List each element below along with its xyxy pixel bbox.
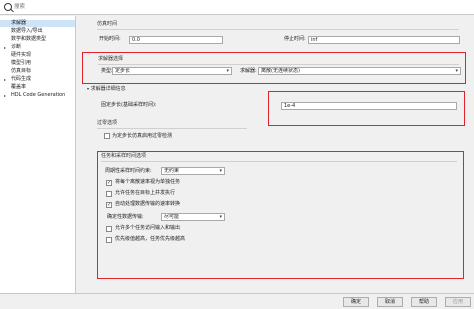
start-time-input[interactable]: 0.0 <box>129 36 223 44</box>
deterministic-transfer-dropdown[interactable]: 尽可能 <box>161 213 225 221</box>
zero-cross-title: 过零选项 <box>97 120 118 126</box>
solver-select-title: 求解器选择 <box>98 56 124 62</box>
checkmark-icon: ✓ <box>107 180 112 186</box>
stop-time-input[interactable]: inf <box>308 36 460 44</box>
tree-item-label: 数据导入/导出 <box>11 28 43 34</box>
cancel-button[interactable]: 取消 <box>377 297 403 307</box>
sim-time-title: 仿真时间 <box>97 21 118 27</box>
dialog-footer: 确定 取消 帮助 应用 <box>0 293 474 309</box>
solver-details-title: 求解器详细信息 <box>90 86 126 92</box>
tree-item-label: 求解器 <box>11 20 27 26</box>
chevron-right-icon[interactable]: ▸ <box>4 44 6 51</box>
tree-item-hardware[interactable]: 硬件实现 <box>11 52 31 59</box>
concurrent-tasks-label: 允许任务在目标上并发执行 <box>115 190 176 196</box>
search-bar <box>0 0 474 15</box>
apply-button[interactable]: 应用 <box>445 297 471 307</box>
tree-item-math-data-types[interactable]: 数学和数据类型 <box>11 36 46 43</box>
tree-item-hdl[interactable]: ▸ HDL Code Generation <box>0 92 65 99</box>
ok-button[interactable]: 确定 <box>343 297 369 307</box>
tree-item-diagnostics[interactable]: ▸ 诊断 <box>0 44 21 51</box>
help-button[interactable]: 帮助 <box>411 297 437 307</box>
rate-transition-label: 自动处理数据传输的速率转换 <box>115 201 181 207</box>
checkbox-concurrent-tasks[interactable] <box>106 191 112 197</box>
periodic-constraint-value: 无约束 <box>164 168 180 174</box>
tree-item-solver[interactable]: 求解器 <box>0 20 75 27</box>
tree-item-coverage[interactable]: 覆盖率 <box>11 84 26 91</box>
deterministic-transfer-label: 确定性数据传输: <box>107 214 144 220</box>
solver-label: 求解器: <box>240 68 257 74</box>
chevron-right-icon[interactable]: ▸ <box>4 92 6 99</box>
highlight-box <box>97 151 464 279</box>
periodic-constraint-dropdown[interactable]: 无约束 <box>161 167 225 175</box>
divider <box>98 64 459 65</box>
tree-item-label: 数学和数据类型 <box>11 36 47 42</box>
tree-item-label: 覆盖率 <box>11 84 27 90</box>
deterministic-transfer-value: 尽可能 <box>164 214 180 220</box>
tree-item-label: 代码生成 <box>11 76 32 82</box>
solver-type-dropdown[interactable]: 定步长 <box>112 67 232 75</box>
tree-item-label: 诊断 <box>11 44 22 50</box>
chevron-down-icon[interactable]: ▾ <box>87 86 89 91</box>
tree-item-sim-target[interactable]: 仿真目标 <box>11 68 31 75</box>
solver-type-label: 类型: <box>101 68 113 74</box>
multi-task-io-label: 允许多个任务访问输入和输出 <box>115 225 181 231</box>
divider <box>101 161 457 162</box>
tree-item-code-gen[interactable]: ▸ 代码生成 <box>0 76 31 83</box>
solver-value: 离散(无连续状态) <box>261 68 300 74</box>
start-time-label: 开始时间: <box>99 36 121 42</box>
checkbox-multi-task-io[interactable] <box>106 226 112 232</box>
tasks-title: 任务和采样时间选项 <box>101 153 147 159</box>
tree-item-label: 仿真目标 <box>11 68 32 74</box>
fixed-step-label: 固定步长(基础采样时间): <box>101 102 157 108</box>
checkbox-discrete-tasks[interactable]: ✓ <box>106 180 112 186</box>
periodic-constraint-label: 周期性采样时间约束: <box>105 168 152 174</box>
tree-item-data-io[interactable]: 数据导入/导出 <box>11 28 43 35</box>
divider <box>97 29 459 30</box>
chevron-right-icon[interactable]: ▸ <box>4 76 6 83</box>
solver-details-header[interactable]: ▾ 求解器详细信息 <box>87 85 126 93</box>
solver-type-value: 定步长 <box>115 68 131 74</box>
solver-dropdown[interactable]: 离散(无连续状态) <box>258 67 461 75</box>
search-icon <box>4 3 12 11</box>
tree-item-label: HDL Code Generation <box>11 92 66 98</box>
checkbox-priority[interactable] <box>106 237 112 243</box>
divider <box>97 128 247 129</box>
checkmark-icon: ✓ <box>107 202 112 208</box>
tree-item-model-ref[interactable]: 模型引用 <box>11 60 31 67</box>
checkbox-rate-transition[interactable]: ✓ <box>106 202 112 208</box>
search-input[interactable] <box>14 1 464 13</box>
priority-label: 优先级值越高，任务优先级越高 <box>115 236 186 242</box>
category-tree: 求解器 数据导入/导出 数学和数据类型 ▸ 诊断 硬件实现 模型引用 仿真目标 ▸… <box>0 16 76 293</box>
zero-cross-label: 为定步长仿真启用过零检测 <box>112 133 173 139</box>
zero-cross-checkbox[interactable] <box>104 133 110 139</box>
discrete-tasks-label: 将每个离散速率视为单独任务 <box>115 179 181 185</box>
fixed-step-input[interactable]: 1e-4 <box>281 102 457 110</box>
tree-item-label: 模型引用 <box>11 60 32 66</box>
stop-time-label: 停止时间: <box>284 36 306 42</box>
settings-panel: 仿真时间 开始时间: 0.0 停止时间: inf 求解器选择 类型: 定步长 求… <box>77 16 474 293</box>
tree-item-label: 硬件实现 <box>11 52 32 58</box>
